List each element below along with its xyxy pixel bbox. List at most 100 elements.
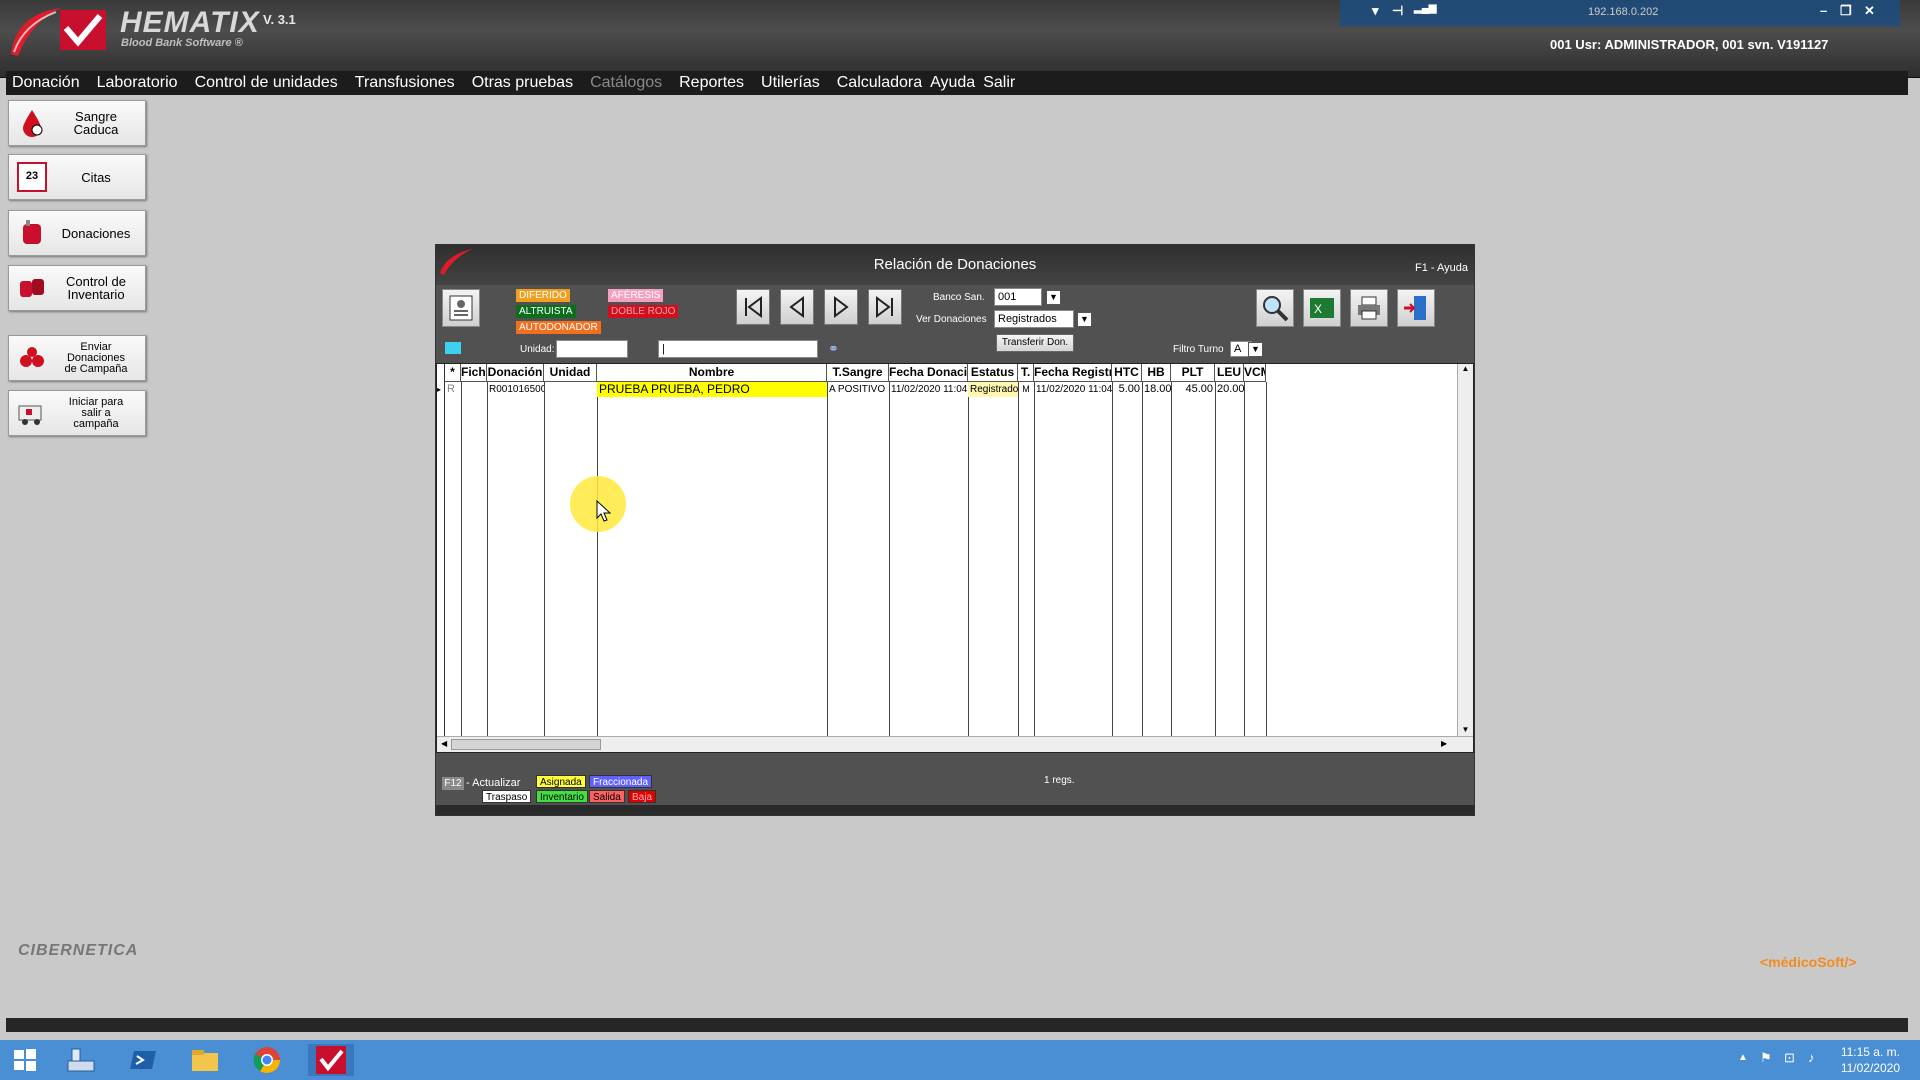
citas-button[interactable]: 23 Citas [8,154,146,200]
cell-unidad [544,382,597,397]
col-header-ficha[interactable]: Ficha [461,364,487,382]
volume-icon[interactable]: ♪ [1808,1050,1815,1065]
first-record-button[interactable] [736,289,770,325]
powershell-icon[interactable] [124,1044,162,1076]
file-explorer-icon[interactable] [186,1044,224,1076]
chevron-down-icon[interactable]: ▾ [1372,3,1379,19]
search-button[interactable] [1256,289,1294,327]
vertical-scrollbar[interactable]: ▲ ▼ [1457,364,1473,736]
col-header-hb[interactable]: HB [1142,364,1171,382]
col-header-fecha-donacion[interactable]: Fecha Donación [889,364,968,382]
network-icon[interactable]: ⊡ [1784,1050,1795,1066]
scroll-right-icon[interactable]: ▶ [1441,739,1447,748]
minimize-icon[interactable]: – [1820,3,1827,18]
bloodmobile-icon [18,405,42,425]
col-header-t[interactable]: T. [1018,364,1034,382]
f12-key[interactable]: F12 [442,777,464,790]
scroll-left-icon[interactable]: ◀ [441,739,447,748]
server-manager-icon[interactable] [62,1044,100,1076]
menu-ayuda[interactable]: Ayuda [930,74,975,92]
grid-divider [1142,382,1143,736]
app-title-bar: HEMATIX V. 3.1 Blood Bank Software ® 192… [0,0,1920,78]
barcode-icon[interactable] [445,342,461,354]
horizontal-scrollbar[interactable]: ◀ ▶ [437,736,1473,752]
transferir-button[interactable]: Transferir Don. [996,334,1074,352]
menu-salir[interactable]: Salir [983,74,1015,92]
first-icon [745,296,762,318]
hematix-taskbar-icon[interactable] [308,1044,354,1076]
grid-divider [1034,382,1035,736]
menu-reportes[interactable]: Reportes [679,74,744,92]
taskbar-clock[interactable]: 11:15 a. m. 11/02/2020 [1841,1044,1900,1076]
cell-ficha [461,382,487,397]
menu-donacion[interactable]: Donación [12,74,80,92]
chevron-down-icon[interactable]: ▼ [1248,342,1263,357]
menu-calculadora[interactable]: Calculadora [837,74,922,92]
donaciones-label: Donaciones [61,225,131,241]
excel-export-button[interactable]: X [1303,289,1341,327]
search-input[interactable]: | [658,340,818,358]
legend-salida: Salida [589,790,625,803]
scroll-up-icon[interactable]: ▲ [1458,364,1473,373]
print-button[interactable] [1350,289,1388,327]
iniciar-campana-button[interactable]: Iniciar para salir a campaña [8,390,146,436]
col-header-nombre[interactable]: Nombre [597,364,827,382]
table-row[interactable]: ▸ R R001016500 PRUEBA PRUEBA, PEDRO A PO… [437,382,1266,397]
tag-aferesis: AFÉRESIS [608,289,664,302]
chevron-down-icon[interactable]: ▼ [1046,290,1061,305]
col-header-estatus[interactable]: Estatus [968,364,1018,382]
cell-nombre: PRUEBA PRUEBA, PEDRO [597,382,827,397]
unidad-input[interactable] [556,340,628,358]
ip-address: 192.168.0.202 [1588,6,1659,18]
tray-chevron-icon[interactable]: ▲ [1738,1052,1748,1063]
close-icon[interactable]: ✕ [1864,3,1875,19]
cell-tsangre: A POSITIVO [829,384,886,395]
control-inventario-button[interactable]: Control de Inventario [8,265,146,311]
cell-vcm [1244,382,1266,397]
col-header-htc[interactable]: HTC [1112,364,1142,382]
ver-donaciones-select[interactable]: Registrados [994,310,1074,328]
cell-t: M [1022,384,1030,394]
col-header-leu[interactable]: LEU [1215,364,1244,382]
iniciar-label-3: campaña [73,417,119,430]
last-record-button[interactable] [868,289,902,325]
donor-card-button[interactable] [442,289,480,327]
enviar-donaciones-button[interactable]: Enviar Donaciones de Campaña [8,335,146,381]
next-icon [834,296,849,318]
signal-icon: ▂▄▆ [1414,3,1437,14]
grid-divider [487,382,488,736]
cell-hb: 18.00 [1144,383,1171,395]
cell-fecha-donacion: 11/02/2020 11:04:3 [891,384,968,395]
menu-catalogos[interactable]: Catálogos [590,74,662,92]
chevron-down-icon[interactable]: ▼ [1077,312,1092,327]
scroll-thumb[interactable] [451,739,601,750]
col-header-plt[interactable]: PLT [1171,364,1215,382]
menu-otras-pruebas[interactable]: Otras pruebas [472,74,573,92]
col-header-vcm[interactable]: VCM [1244,364,1266,382]
menu-transfusiones[interactable]: Transfusiones [355,74,455,92]
windows-start-icon[interactable] [6,1044,44,1076]
chrome-icon[interactable] [248,1044,286,1076]
binoculars-icon[interactable]: ⚭ [828,341,839,357]
col-header-fecha-registro[interactable]: Fecha Registro [1034,364,1112,382]
next-record-button[interactable] [824,289,858,325]
banco-select[interactable]: 001 [994,288,1042,306]
col-header-tsangre[interactable]: T.Sangre [827,364,889,382]
previous-record-button[interactable] [780,289,814,325]
exit-button[interactable] [1397,289,1435,327]
col-header-donacion[interactable]: Donación [487,364,544,382]
menu-utilerias[interactable]: Utilerías [761,74,820,92]
col-header-unidad[interactable]: Unidad [544,364,597,382]
menu-laboratorio[interactable]: Laboratorio [97,74,178,92]
legend-asignada: Asignada [536,775,586,788]
menu-bar: Donación Laboratorio Control de unidades… [6,71,1908,95]
flag-icon[interactable]: ⚑ [1760,1050,1772,1066]
donaciones-button[interactable]: Donaciones [8,210,146,256]
sangre-caduca-button[interactable]: Sangre Caduca [8,100,146,146]
menu-control-unidades[interactable]: Control de unidades [195,74,338,92]
swoosh-logo-icon [440,249,472,275]
col-header-marker[interactable]: * [445,364,461,382]
pin-icon[interactable]: ⊣ [1392,3,1403,19]
scroll-down-icon[interactable]: ▼ [1458,725,1473,734]
restore-icon[interactable]: ❐ [1840,3,1852,19]
